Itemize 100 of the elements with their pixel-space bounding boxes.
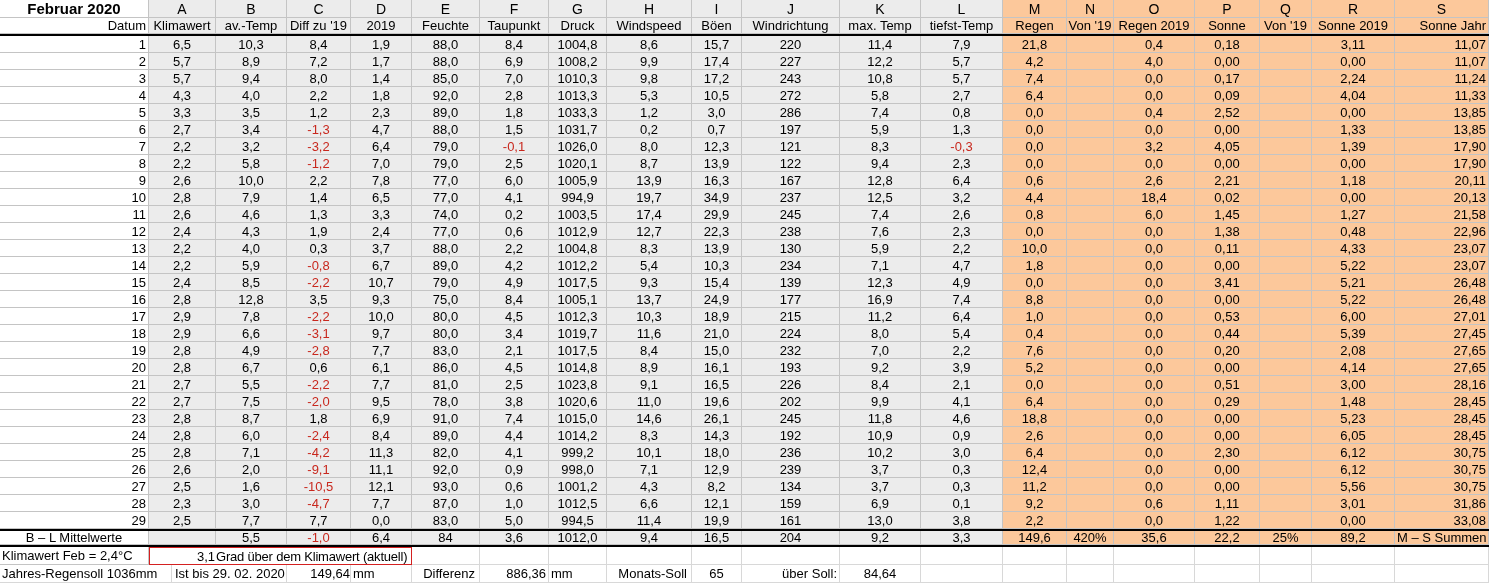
table-cell: 3,3	[351, 206, 412, 223]
table-cell: 1017,5	[549, 274, 607, 291]
table-cell: 2,4	[149, 274, 216, 291]
table-cell: 0,48	[1312, 223, 1395, 240]
table-cell: 3,7	[840, 461, 921, 478]
table-cell: 10,0	[351, 308, 412, 325]
table-cell: 2,8	[149, 189, 216, 206]
column-header: tiefst-Temp	[921, 18, 1003, 34]
table-cell: 14	[0, 257, 149, 274]
table-cell: 2,5	[149, 478, 216, 495]
table-cell: 1008,2	[549, 53, 607, 70]
table-cell: 7,8	[216, 308, 287, 325]
table-cell: 23,07	[1395, 240, 1489, 257]
table-cell: 80,0	[412, 308, 480, 325]
table-cell: 78,0	[412, 393, 480, 410]
table-cell: 1,48	[1312, 393, 1395, 410]
table-cell: 1004,8	[549, 240, 607, 257]
table-cell: 11,24	[1395, 70, 1489, 87]
table-cell: 6,12	[1312, 461, 1395, 478]
table-cell: 2,8	[149, 410, 216, 427]
table-cell: 7,4	[1003, 70, 1067, 87]
table-cell: 17,90	[1395, 138, 1489, 155]
table-cell: 2,6	[149, 461, 216, 478]
table-cell: 3,3	[149, 104, 216, 121]
table-cell: 272	[742, 87, 840, 104]
table-cell: 3,5	[287, 291, 351, 308]
table-cell: 2,3	[921, 155, 1003, 172]
table-cell: 167	[742, 172, 840, 189]
table-cell: Ist bis 29. 02. 2020	[172, 565, 287, 583]
table-cell: 16,5	[692, 531, 742, 545]
table-cell: 4	[0, 87, 149, 104]
table-cell: 2,6	[1003, 427, 1067, 444]
table-cell: 5,0	[480, 512, 549, 529]
empty-cell	[1195, 547, 1260, 565]
table-cell: 0,3	[921, 478, 1003, 495]
table-cell: -1,0	[287, 531, 351, 545]
table-cell: 9,7	[351, 325, 412, 342]
table-cell: 0,00	[1312, 155, 1395, 172]
table-cell: 2,6	[1114, 172, 1195, 189]
table-cell: 77,0	[412, 172, 480, 189]
table-cell: 0,6	[1003, 172, 1067, 189]
column-header: Regen	[1003, 18, 1067, 34]
table-cell: 2,8	[480, 87, 549, 104]
table-cell: -9,1	[287, 461, 351, 478]
table-cell: 2,4	[149, 223, 216, 240]
table-cell: 7,4	[480, 410, 549, 427]
table-cell: 22,3	[692, 223, 742, 240]
table-cell: 16,9	[840, 291, 921, 308]
table-cell: 1,3	[287, 206, 351, 223]
table-cell: 8,6	[607, 36, 692, 53]
table-cell: 5,7	[149, 70, 216, 87]
table-cell: 10,3	[692, 257, 742, 274]
table-cell: 2,7	[921, 87, 1003, 104]
table-cell: 3,7	[351, 240, 412, 257]
column-letter: Q	[1260, 0, 1312, 18]
column-header: Sonne Jahr	[1395, 18, 1489, 34]
table-cell: 8,4	[480, 36, 549, 53]
table-cell: 31,86	[1395, 495, 1489, 512]
table-cell: 1012,9	[549, 223, 607, 240]
table-cell: 0,0	[1003, 138, 1067, 155]
table-cell: 243	[742, 70, 840, 87]
table-cell: 0,00	[1195, 461, 1260, 478]
table-cell: 2,21	[1195, 172, 1260, 189]
empty-cell	[412, 547, 480, 565]
table-cell: 998,0	[549, 461, 607, 478]
table-cell: 88,0	[412, 121, 480, 138]
table-cell: Jahres-Regensoll 1036mm	[0, 565, 172, 583]
table-cell: 12,3	[840, 274, 921, 291]
table-cell: 2,2	[480, 240, 549, 257]
table-cell: 0,44	[1195, 325, 1260, 342]
table-cell: -3,1	[287, 325, 351, 342]
table-cell: 5,9	[840, 121, 921, 138]
table-cell: 4,2	[1003, 53, 1067, 70]
table-cell: 80,0	[412, 325, 480, 342]
table-cell: 0,9	[480, 461, 549, 478]
table-cell: 28,45	[1395, 393, 1489, 410]
table-cell: 24	[0, 427, 149, 444]
table-cell: 4,3	[216, 223, 287, 240]
table-cell: 22	[0, 393, 149, 410]
table-cell: 0,0	[1003, 376, 1067, 393]
table-cell: 13,9	[692, 155, 742, 172]
table-cell: -2,2	[287, 274, 351, 291]
table-cell: 13,9	[692, 240, 742, 257]
column-header: Sonne	[1195, 18, 1260, 34]
table-cell: 1003,5	[549, 206, 607, 223]
table-cell: 5,39	[1312, 325, 1395, 342]
table-cell: 5,2	[1003, 359, 1067, 376]
table-cell: 886,36	[480, 565, 549, 583]
table-cell: 0,0	[1003, 274, 1067, 291]
table-cell: 1019,7	[549, 325, 607, 342]
table-cell: 1005,9	[549, 172, 607, 189]
table-cell: 2,6	[149, 206, 216, 223]
table-cell: 7,9	[921, 36, 1003, 53]
table-cell: -3,2	[287, 138, 351, 155]
table-cell: 11	[0, 206, 149, 223]
table-cell: -2,0	[287, 393, 351, 410]
table-cell: 0,0	[1003, 121, 1067, 138]
table-cell: Monats-Soll	[607, 565, 692, 583]
table-cell: 0,4	[1003, 325, 1067, 342]
column-header: Taupunkt	[480, 18, 549, 34]
